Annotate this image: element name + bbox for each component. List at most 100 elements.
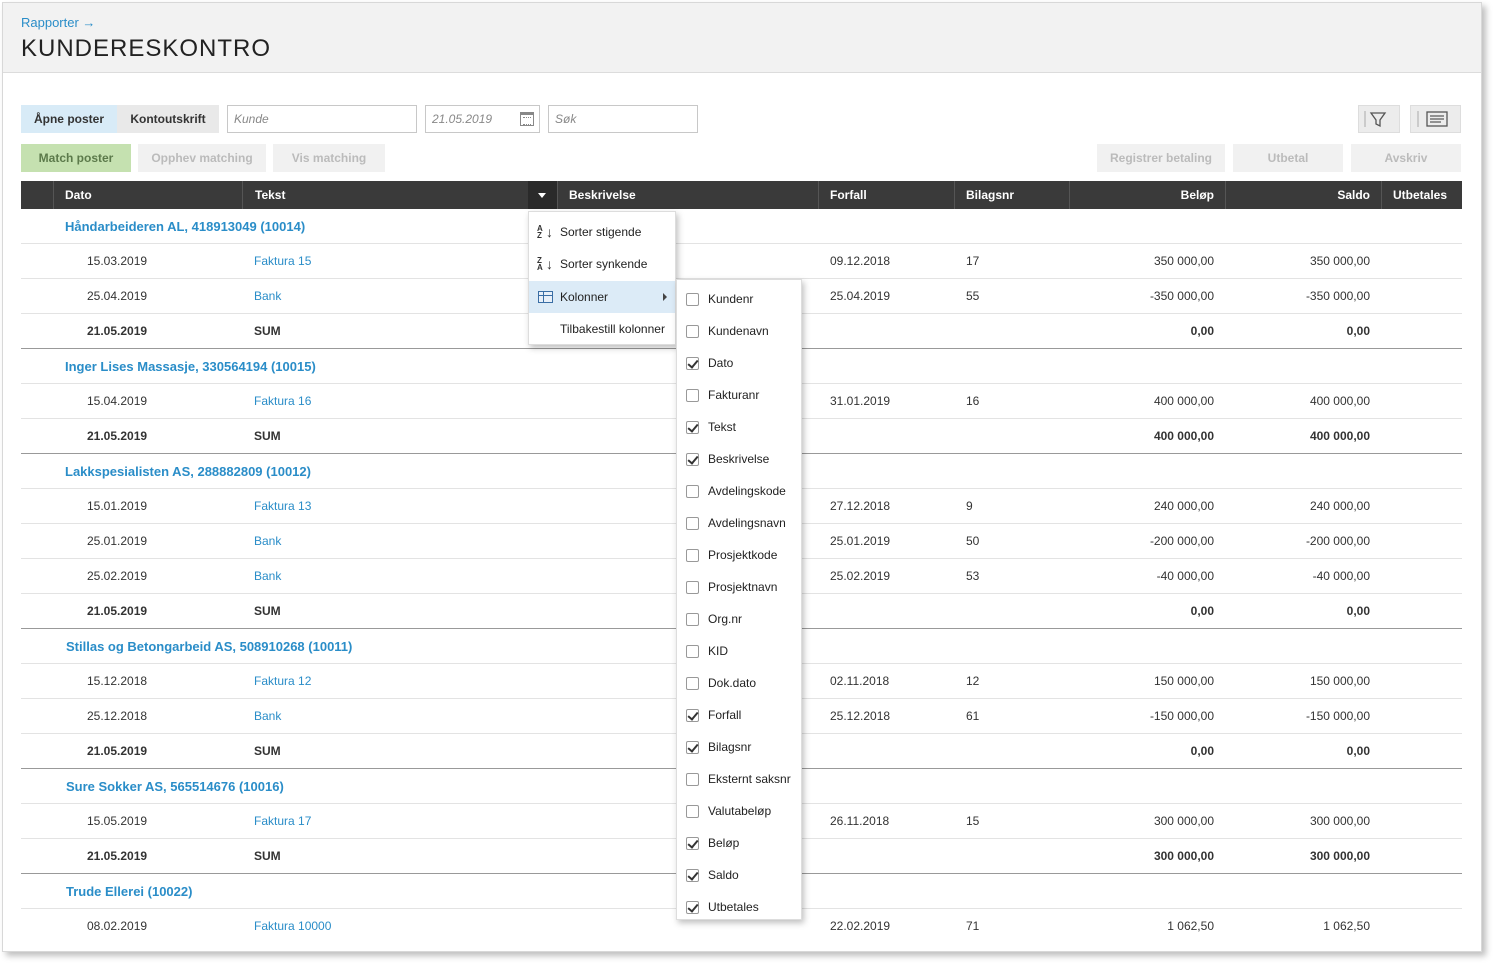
- column-option[interactable]: Prosjektnavn: [677, 571, 801, 603]
- tab-open-items[interactable]: Åpne poster: [21, 105, 117, 133]
- checkbox[interactable]: [686, 485, 699, 498]
- cell-tekst-link[interactable]: Faktura 15: [254, 244, 311, 279]
- show-matching-button[interactable]: Vis matching: [273, 144, 385, 172]
- customer-group-title[interactable]: Trude Ellerei (10022): [66, 874, 192, 909]
- sort-descending-icon: Z A ↓: [537, 256, 553, 272]
- cell-forfall: 27.12.2018: [830, 499, 891, 513]
- checkbox[interactable]: [686, 613, 699, 626]
- view-options-button[interactable]: [1410, 105, 1461, 133]
- checkbox[interactable]: [686, 709, 699, 722]
- table-row[interactable]: 15.03.2019 Faktura 15 09.12.2018 17 350 …: [21, 244, 1462, 279]
- cell-tekst-link[interactable]: Bank: [254, 524, 281, 559]
- date-input[interactable]: 21.05.2019: [425, 105, 540, 133]
- unmatch-button[interactable]: Opphev matching: [138, 144, 266, 172]
- column-header-utbetales[interactable]: Utbetales: [1393, 181, 1447, 209]
- write-off-button[interactable]: Avskriv: [1351, 144, 1461, 172]
- calendar-icon[interactable]: [520, 112, 534, 126]
- cell-sum-saldo: 0,00: [1346, 324, 1370, 338]
- column-option[interactable]: Avdelingsnavn: [677, 507, 801, 539]
- checkbox[interactable]: [686, 549, 699, 562]
- customer-group-title[interactable]: Sure Sokker AS, 565514676 (10016): [66, 769, 284, 804]
- column-option[interactable]: Utbetales: [677, 891, 801, 923]
- cell-tekst-link[interactable]: Faktura 17: [254, 804, 311, 839]
- cell-sum-belop: 400 000,00: [1153, 429, 1214, 443]
- column-header-tekst[interactable]: Tekst: [255, 181, 285, 209]
- menu-item-reset-columns[interactable]: Tilbakestill kolonner: [529, 313, 675, 345]
- cell-dato: 15.05.2019: [87, 814, 148, 828]
- column-option[interactable]: Bilagsnr: [677, 731, 801, 763]
- column-option[interactable]: Dato: [677, 347, 801, 379]
- register-payment-button[interactable]: Registrer betaling: [1097, 144, 1225, 172]
- customer-input[interactable]: Kunde: [227, 105, 417, 133]
- column-option[interactable]: Eksternt saksnr: [677, 763, 801, 795]
- menu-item-sort-ascending[interactable]: A Z ↓ Sorter stigende: [529, 216, 675, 248]
- checkbox[interactable]: [686, 325, 699, 338]
- filter-button[interactable]: [1358, 105, 1400, 133]
- match-items-button[interactable]: Match poster: [21, 144, 131, 172]
- column-option[interactable]: Valutabeløp: [677, 795, 801, 827]
- column-option[interactable]: Saldo: [677, 859, 801, 891]
- customer-group-title[interactable]: Lakkspesialisten AS, 288882809 (10012): [65, 454, 311, 489]
- column-header-saldo[interactable]: Saldo: [1225, 181, 1370, 209]
- cell-sum-dato: 21.05.2019: [87, 604, 148, 618]
- column-option[interactable]: Org.nr: [677, 603, 801, 635]
- checkbox[interactable]: [686, 581, 699, 594]
- cell-bilagsnr: 12: [966, 674, 980, 688]
- column-option-label: Beløp: [708, 836, 740, 850]
- group-header-row: Håndarbeideren AL, 418913049 (10014): [21, 209, 1462, 244]
- customer-group-title[interactable]: Håndarbeideren AL, 418913049 (10014): [65, 209, 305, 244]
- checkbox[interactable]: [686, 453, 699, 466]
- column-option[interactable]: KID: [677, 635, 801, 667]
- cell-tekst-link[interactable]: Faktura 13: [254, 489, 311, 524]
- filter-icon: [1364, 111, 1387, 128]
- cell-tekst-link[interactable]: Faktura 16: [254, 384, 311, 419]
- payout-button[interactable]: Utbetal: [1233, 144, 1343, 172]
- checkbox[interactable]: [686, 805, 699, 818]
- customer-group-title[interactable]: Stillas og Betongarbeid AS, 508910268 (1…: [66, 629, 352, 664]
- cell-tekst-link[interactable]: Bank: [254, 699, 281, 734]
- checkbox[interactable]: [686, 869, 699, 882]
- menu-item-columns[interactable]: Kolonner: [529, 281, 675, 313]
- column-option[interactable]: Beløp: [677, 827, 801, 859]
- checkbox[interactable]: [686, 517, 699, 530]
- cell-sum-dato: 21.05.2019: [87, 324, 148, 338]
- breadcrumb-rapporter[interactable]: Rapporter →: [21, 15, 95, 30]
- column-header-bilagsnr[interactable]: Bilagsnr: [966, 181, 1014, 209]
- cell-sum-belop: 300 000,00: [1153, 849, 1214, 863]
- column-option[interactable]: Kundenr: [677, 283, 801, 315]
- column-option[interactable]: Kundenavn: [677, 315, 801, 347]
- tab-account-statement[interactable]: Kontoutskrift: [117, 105, 219, 133]
- checkbox[interactable]: [686, 389, 699, 402]
- column-option[interactable]: Prosjektkode: [677, 539, 801, 571]
- cell-tekst-link[interactable]: Bank: [254, 559, 281, 594]
- customer-group-title[interactable]: Inger Lises Massasje, 330564194 (10015): [65, 349, 316, 384]
- column-header-belop[interactable]: Beløp: [1069, 181, 1214, 209]
- cell-bilagsnr: 61: [966, 709, 980, 723]
- checkbox[interactable]: [686, 901, 699, 914]
- column-option[interactable]: Beskrivelse: [677, 443, 801, 475]
- checkbox[interactable]: [686, 773, 699, 786]
- checkbox[interactable]: [686, 837, 699, 850]
- search-input[interactable]: Søk: [548, 105, 698, 133]
- column-header-dato[interactable]: Dato: [65, 181, 92, 209]
- menu-item-sort-descending[interactable]: Z A ↓ Sorter synkende: [529, 248, 675, 280]
- cell-saldo: -40 000,00: [1312, 569, 1370, 583]
- column-menu-button[interactable]: [528, 181, 557, 209]
- cell-tekst-link[interactable]: Faktura 10000: [254, 909, 331, 944]
- checkbox[interactable]: [686, 357, 699, 370]
- column-option[interactable]: Avdelingskode: [677, 475, 801, 507]
- column-header-forfall[interactable]: Forfall: [830, 181, 867, 209]
- column-option[interactable]: Dok.dato: [677, 667, 801, 699]
- column-header-beskrivelse[interactable]: Beskrivelse: [569, 181, 636, 209]
- cell-tekst-link[interactable]: Bank: [254, 279, 281, 314]
- checkbox[interactable]: [686, 741, 699, 754]
- checkbox[interactable]: [686, 421, 699, 434]
- checkbox[interactable]: [686, 645, 699, 658]
- cell-tekst-link[interactable]: Faktura 12: [254, 664, 311, 699]
- column-option[interactable]: Forfall: [677, 699, 801, 731]
- column-option[interactable]: Tekst: [677, 411, 801, 443]
- checkbox[interactable]: [686, 677, 699, 690]
- column-separator: [557, 181, 558, 209]
- column-option[interactable]: Fakturanr: [677, 379, 801, 411]
- checkbox[interactable]: [686, 293, 699, 306]
